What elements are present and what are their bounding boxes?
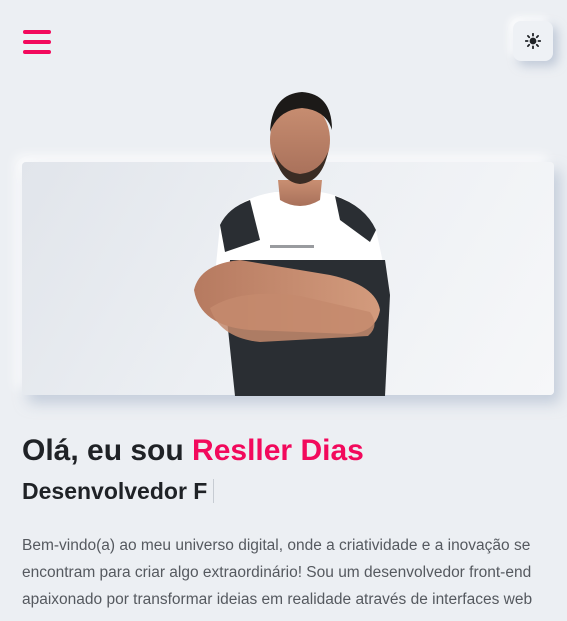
- portrait-photo: [194, 92, 390, 396]
- greeting-text: Olá, eu sou: [22, 434, 193, 467]
- intro-paragraph: Bem-vindo(a) ao meu universo digital, on…: [22, 537, 533, 608]
- hamburger-menu-icon-bar: [23, 40, 51, 44]
- hero-name: Resller Dias: [192, 434, 364, 467]
- hamburger-menu-icon-bar: [23, 30, 51, 34]
- menu-button[interactable]: [23, 30, 51, 54]
- sun-icon: [525, 33, 541, 49]
- theme-toggle-button[interactable]: [513, 21, 553, 61]
- hamburger-menu-icon-bar: [23, 50, 51, 54]
- hero-role-typing: Desenvolvedor F: [22, 478, 215, 505]
- role-text: Desenvolvedor F: [22, 478, 208, 504]
- typing-cursor: [213, 479, 215, 503]
- hero-title: Olá, eu sou Resller Dias: [22, 434, 364, 468]
